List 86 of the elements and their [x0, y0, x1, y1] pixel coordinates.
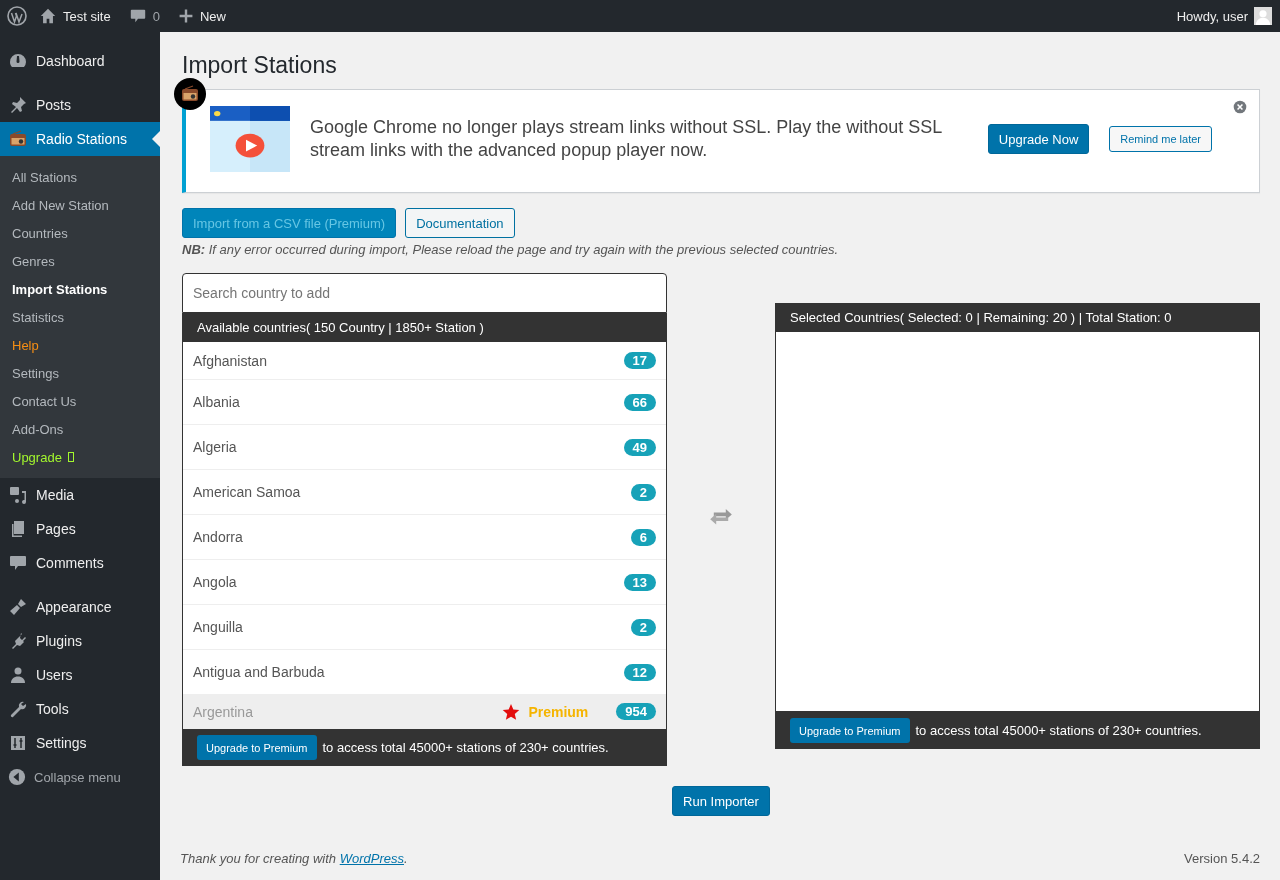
- wrench-icon: [8, 699, 28, 719]
- sidebar-menu-item[interactable]: Tools: [0, 692, 160, 726]
- upgrade-bar-text: to access total 45000+ stations of 230+ countries.: [322, 740, 609, 755]
- footer-thanks-text: Thank you for creating with WordPress.: [180, 851, 408, 866]
- run-importer-button[interactable]: Run Importer: [672, 786, 770, 816]
- plus-icon: [177, 8, 194, 24]
- sidebar-menu-item[interactable]: Radio Stations: [0, 122, 160, 156]
- wordpress-link[interactable]: WordPress: [339, 851, 404, 866]
- country-row[interactable]: Angola 13: [183, 560, 666, 605]
- submenu-item[interactable]: Contact Us: [0, 387, 160, 415]
- submenu-item[interactable]: Countries: [0, 219, 160, 247]
- note-text: NB: If any error occurred during import, Please reload the page and try again with the previous selected countries.: [182, 242, 840, 257]
- sidebar-menu-item[interactable]: Appearance: [0, 590, 160, 624]
- avatar-icon: [1254, 7, 1272, 25]
- country-row[interactable]: Albania 66: [183, 380, 666, 425]
- station-count-badge: 17: [623, 352, 656, 369]
- station-count-badge: 49: [623, 438, 656, 456]
- documentation-button[interactable]: Documentation: [405, 208, 515, 238]
- sidebar-menu-item[interactable]: Media: [0, 478, 160, 512]
- sidebar-menu-item[interactable]: Users: [0, 658, 160, 692]
- submenu-item[interactable]: Upgrade: [0, 443, 160, 471]
- station-count-badge: 66: [623, 393, 656, 411]
- star-icon: [502, 702, 521, 721]
- search-field[interactable]: Search country to add: [182, 273, 667, 313]
- close-icon[interactable]: [1233, 100, 1247, 114]
- country-name: Angola: [193, 574, 237, 590]
- country-name: Afghanistan: [193, 352, 267, 369]
- country-row[interactable]: American Samoa 2: [183, 470, 666, 515]
- sidebar-menu-item[interactable]: Dashboard: [0, 44, 160, 78]
- speech-bubble-icon: [128, 7, 147, 25]
- site-name-link[interactable]: Test site: [63, 8, 111, 24]
- upgrade-now-button[interactable]: Upgrade Now: [987, 124, 1090, 154]
- submenu-item[interactable]: Genres: [0, 247, 160, 275]
- station-count-badge: 2: [630, 483, 656, 501]
- station-count-badge: 2: [630, 618, 656, 636]
- submenu-item[interactable]: Add-Ons: [0, 415, 160, 443]
- country-name: Andorra: [193, 529, 243, 545]
- upgrade-premium-button[interactable]: Upgrade to Premium: [197, 735, 317, 760]
- station-count-badge: 12: [623, 663, 656, 681]
- home-icon: [39, 7, 57, 25]
- user-icon: [8, 665, 28, 685]
- account-link[interactable]: Howdy, user: [1176, 8, 1248, 24]
- missing-glyph-icon: [67, 452, 74, 462]
- country-row[interactable]: Afghanistan 17: [183, 342, 666, 380]
- sidebar-menu-item[interactable]: Posts: [0, 88, 160, 122]
- submenu-item[interactable]: Import Stations: [0, 275, 160, 303]
- sidebar-menu-item[interactable]: Comments: [0, 546, 160, 580]
- video-player-icon: [210, 106, 290, 172]
- collapse-menu-button[interactable]: Collapse menu: [0, 760, 160, 794]
- selected-header: Selected Countries( Selected: 0 | Remaining: 20 ) | Total Station: 0: [775, 303, 1260, 332]
- country-name: Algeria: [193, 439, 237, 455]
- notice-text: Google Chrome no longer plays stream links without SSL. Play the without SSL stream links with the advanced popup player now.: [310, 115, 943, 162]
- country-name: American Samoa: [193, 484, 301, 500]
- submenu-item[interactable]: Settings: [0, 359, 160, 387]
- paintbrush-icon: [8, 597, 28, 617]
- radio-icon: [8, 129, 28, 149]
- sidebar-menu-item[interactable]: Pages: [0, 512, 160, 546]
- country-row[interactable]: Andorra 6: [183, 515, 666, 560]
- submenu-item[interactable]: Add New Station: [0, 191, 160, 219]
- comment-count[interactable]: 0: [152, 8, 160, 24]
- submenu-item[interactable]: All Stations: [0, 163, 160, 191]
- premium-label: Premium: [528, 703, 589, 720]
- station-count-badge: 13: [623, 573, 656, 591]
- station-count-badge: 6: [630, 528, 656, 546]
- country-name: Argentina: [193, 703, 253, 720]
- page-title: Import Stations: [182, 52, 338, 79]
- new-menu-link[interactable]: New: [199, 8, 226, 24]
- station-count-badge: 954: [616, 703, 656, 720]
- submenu-item[interactable]: Statistics: [0, 303, 160, 331]
- country-name: Anguilla: [193, 619, 243, 635]
- wordpress-logo-icon: [7, 6, 27, 26]
- sidebar-menu-item[interactable]: Settings: [0, 726, 160, 760]
- radio-badge-icon: [174, 78, 206, 110]
- country-name: Albania: [193, 394, 240, 410]
- list-header: Available countries( 150 Country | 1850+ Station ): [182, 313, 667, 342]
- remind-later-button[interactable]: Remind me later: [1109, 126, 1212, 152]
- upgrade-bar-text: to access total 45000+ stations of 230+ countries.: [915, 723, 1202, 738]
- country-row[interactable]: Anguilla 2: [183, 605, 666, 650]
- upgrade-premium-button[interactable]: Upgrade to Premium: [790, 718, 910, 743]
- submenu-item[interactable]: Help: [0, 331, 160, 359]
- country-row[interactable]: Algeria 49: [183, 425, 666, 470]
- sidebar-menu-item[interactable]: Plugins: [0, 624, 160, 658]
- country-name: Antigua and Barbuda: [193, 664, 325, 680]
- sliders-icon: [8, 733, 28, 753]
- media-icon: [8, 485, 28, 505]
- version-text: Version 5.4.2: [1184, 851, 1260, 866]
